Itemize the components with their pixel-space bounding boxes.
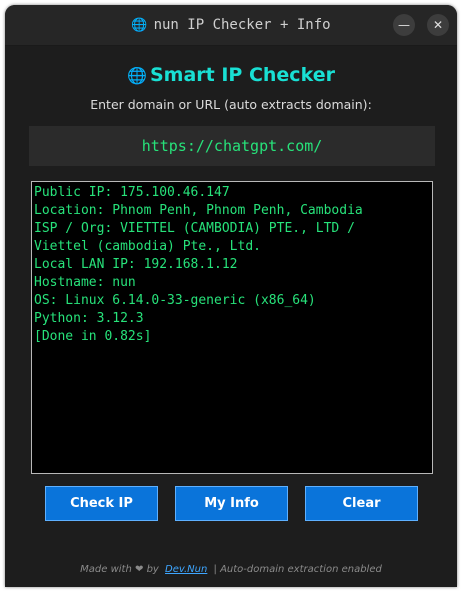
app-window: 🌐 nun IP Checker + Info — ✕ 🌐 Smart IP Che… — [5, 5, 457, 587]
output-line: Location: Phnom Penh, Phnom Penh, Cambod… — [34, 203, 363, 218]
footer: Made with ❤ by Dev.Nun | Auto-domain ext… — [5, 563, 457, 577]
footer-made-with: Made with — [80, 564, 132, 575]
footer-note: | Auto-domain extraction enabled — [213, 564, 382, 575]
output-line: Local LAN IP: 192.168.1.12 — [34, 257, 238, 272]
output-line: ISP / Org: VIETTEL (CAMBODIA) PTE., LTD … — [34, 221, 355, 236]
close-button[interactable]: ✕ — [427, 14, 449, 36]
window-title-text: nun IP Checker + Info — [153, 17, 331, 33]
titlebar[interactable]: 🌐 nun IP Checker + Info — ✕ — [5, 5, 457, 46]
output-line: Public IP: 175.100.46.147 — [34, 185, 230, 200]
my-info-button[interactable]: My Info — [175, 486, 288, 521]
globe-icon: 🌐 — [131, 18, 148, 33]
output-line: Viettel (cambodia) Pte., Ltd. — [34, 239, 261, 254]
output-console[interactable]: Public IP: 175.100.46.147 Location: Phno… — [31, 181, 433, 474]
clear-button[interactable]: Clear — [305, 486, 418, 521]
app-title-text: Smart IP Checker — [149, 64, 335, 86]
globe-icon: 🌐 — [127, 66, 147, 85]
check-ip-button[interactable]: Check IP — [45, 486, 158, 521]
input-prompt-label: Enter domain or URL (auto extracts domai… — [90, 97, 372, 112]
output-line: Hostname: nun — [34, 275, 136, 290]
window-title: 🌐 nun IP Checker + Info — [5, 16, 457, 35]
footer-by: by — [146, 564, 159, 575]
heart-icon: ❤ — [135, 564, 144, 575]
minimize-button[interactable]: — — [393, 14, 415, 36]
app-title: 🌐 Smart IP Checker — [5, 63, 457, 88]
domain-url-input[interactable] — [29, 126, 435, 166]
author-link[interactable]: Dev.Nun — [165, 564, 207, 575]
output-line: OS: Linux 6.14.0-33-generic (x86_64) — [34, 293, 316, 308]
output-line: [Done in 0.82s] — [34, 329, 152, 344]
output-line: Python: 3.12.3 — [34, 311, 144, 326]
